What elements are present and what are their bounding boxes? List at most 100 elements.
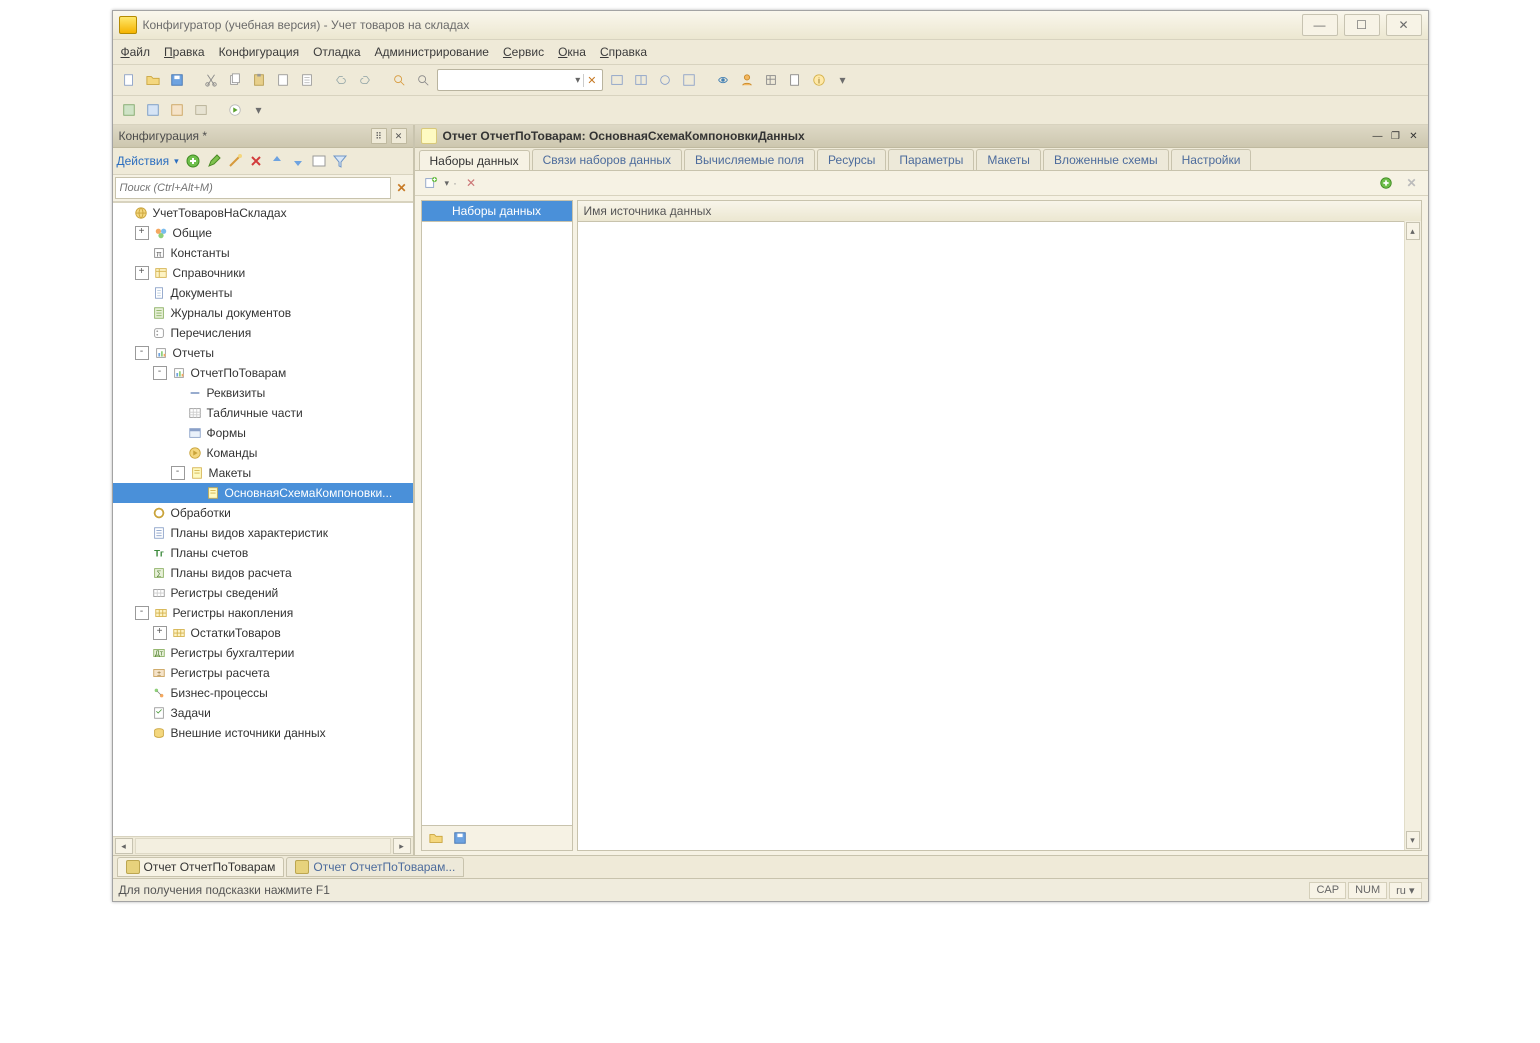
new-file-icon[interactable]: [119, 70, 139, 90]
paste-icon[interactable]: [249, 70, 269, 90]
remove-set-icon[interactable]: ✕: [1402, 173, 1422, 193]
tb-icon-6[interactable]: [737, 70, 757, 90]
clipboard1-icon[interactable]: [273, 70, 293, 90]
tree-item[interactable]: ∑Планы видов расчета: [113, 563, 413, 583]
tree-item[interactable]: -Отчеты: [113, 343, 413, 363]
wand-icon[interactable]: [226, 152, 244, 170]
close-button[interactable]: ✕: [1386, 14, 1422, 36]
menu-service[interactable]: Сервис: [503, 45, 544, 59]
tree-toggle-icon[interactable]: +: [135, 266, 149, 280]
minimize-button[interactable]: —: [1302, 14, 1338, 36]
tree-item[interactable]: Обработки: [113, 503, 413, 523]
maximize-button[interactable]: ☐: [1344, 14, 1380, 36]
add-icon[interactable]: [184, 152, 202, 170]
tb-icon-4[interactable]: [679, 70, 699, 90]
open-file-icon[interactable]: [143, 70, 163, 90]
tree-item[interactable]: Табличные части: [113, 403, 413, 423]
editor-minimize-icon[interactable]: —: [1370, 129, 1386, 143]
tb-icon-1[interactable]: [607, 70, 627, 90]
tb-icon-7[interactable]: [761, 70, 781, 90]
tree-toggle-icon[interactable]: -: [135, 606, 149, 620]
editor-tab[interactable]: Макеты: [976, 149, 1041, 170]
tree-item[interactable]: ТгПланы счетов: [113, 543, 413, 563]
menu-debug[interactable]: Отладка: [313, 45, 360, 59]
editor-tab[interactable]: Настройки: [1171, 149, 1252, 170]
clear-search-icon[interactable]: ✕: [393, 179, 411, 197]
actions-dropdown[interactable]: Действия: [117, 154, 170, 168]
editor-tab[interactable]: Вложенные схемы: [1043, 149, 1169, 170]
move-up-icon[interactable]: [268, 152, 286, 170]
editor-tab[interactable]: Связи наборов данных: [532, 149, 682, 170]
scroll-down-icon[interactable]: ▾: [1406, 831, 1420, 849]
tree-item[interactable]: Журналы документов: [113, 303, 413, 323]
save-icon[interactable]: [167, 70, 187, 90]
tree-item[interactable]: -Регистры накопления: [113, 603, 413, 623]
cut-icon[interactable]: [201, 70, 221, 90]
grid-vscrollbar[interactable]: ▴ ▾: [1404, 221, 1421, 850]
editor-close-icon[interactable]: ✕: [1406, 129, 1422, 143]
scroll-up-icon[interactable]: ▴: [1406, 222, 1420, 240]
tb2-icon-1[interactable]: [119, 100, 139, 120]
tree-item[interactable]: Регистры сведений: [113, 583, 413, 603]
menu-windows[interactable]: Окна: [558, 45, 586, 59]
tree-item[interactable]: Задачи: [113, 703, 413, 723]
search-combo[interactable]: ▾✕: [437, 69, 603, 91]
tree-item[interactable]: ДтРегистры бухгалтерии: [113, 643, 413, 663]
pin-icon[interactable]: ⠿: [371, 128, 387, 144]
tree-item[interactable]: Документы: [113, 283, 413, 303]
run-icon[interactable]: [225, 100, 245, 120]
datasets-tree[interactable]: Наборы данных: [421, 200, 573, 851]
menu-edit[interactable]: Правка: [164, 45, 205, 59]
scroll-right-icon[interactable]: ▸: [393, 838, 411, 854]
editor-tab[interactable]: Параметры: [888, 149, 974, 170]
tb2-icon-4[interactable]: [191, 100, 211, 120]
undo-icon[interactable]: [331, 70, 351, 90]
tree-item[interactable]: +ОстаткиТоваров: [113, 623, 413, 643]
copy-icon[interactable]: [225, 70, 245, 90]
tree-toggle-icon[interactable]: +: [153, 626, 167, 640]
panel-close-icon[interactable]: ✕: [391, 128, 407, 144]
tree-item[interactable]: -ОтчетПоТоварам: [113, 363, 413, 383]
tree-item[interactable]: Внешние источники данных: [113, 723, 413, 743]
menu-administration[interactable]: Администрирование: [375, 45, 489, 59]
tree-toggle-icon[interactable]: -: [153, 366, 167, 380]
sort-icon[interactable]: [310, 152, 328, 170]
menu-configuration[interactable]: Конфигурация: [219, 45, 300, 59]
scroll-left-icon[interactable]: ◂: [115, 838, 133, 854]
run-dropdown-icon[interactable]: ▾: [249, 100, 269, 120]
tree-item[interactable]: ±Регистры расчета: [113, 663, 413, 683]
menu-file[interactable]: Файл: [121, 45, 151, 59]
move-down-icon[interactable]: [289, 152, 307, 170]
tree-toggle-icon[interactable]: -: [171, 466, 185, 480]
tb-icon-5[interactable]: [713, 70, 733, 90]
menu-help[interactable]: Справка: [600, 45, 647, 59]
tree-item[interactable]: Перечисления: [113, 323, 413, 343]
tree-search-input[interactable]: [115, 177, 391, 199]
tree-hscrollbar[interactable]: ◂ ▸: [113, 836, 413, 855]
tree-item[interactable]: ОсновнаяСхемаКомпоновки...: [113, 483, 413, 503]
find-icon[interactable]: [389, 70, 409, 90]
add-set-icon[interactable]: [1376, 173, 1396, 193]
document-tab[interactable]: Отчет ОтчетПоТоварам: [117, 857, 285, 877]
add-dataset-icon[interactable]: [421, 173, 441, 193]
tree-item[interactable]: Реквизиты: [113, 383, 413, 403]
status-lang[interactable]: ru ▾: [1389, 882, 1421, 899]
tb-icon-2[interactable]: [631, 70, 651, 90]
tree-item[interactable]: УчетТоваровНаСкладах: [113, 203, 413, 223]
document-tab[interactable]: Отчет ОтчетПоТоварам...: [286, 857, 464, 877]
tree-item[interactable]: Бизнес-процессы: [113, 683, 413, 703]
tree-item[interactable]: +Общие: [113, 223, 413, 243]
editor-tab[interactable]: Ресурсы: [817, 149, 886, 170]
delete-dataset-icon[interactable]: ✕: [461, 173, 481, 193]
tree-item[interactable]: Команды: [113, 443, 413, 463]
tree-toggle-icon[interactable]: -: [135, 346, 149, 360]
info-icon[interactable]: i: [809, 70, 829, 90]
tree-item[interactable]: -Макеты: [113, 463, 413, 483]
save-dataset-icon[interactable]: [450, 828, 470, 848]
clipboard2-icon[interactable]: [297, 70, 317, 90]
zoom-icon[interactable]: [413, 70, 433, 90]
redo-icon[interactable]: [355, 70, 375, 90]
delete-icon[interactable]: [247, 152, 265, 170]
filter-icon[interactable]: [331, 152, 349, 170]
open-folder-icon[interactable]: [426, 828, 446, 848]
